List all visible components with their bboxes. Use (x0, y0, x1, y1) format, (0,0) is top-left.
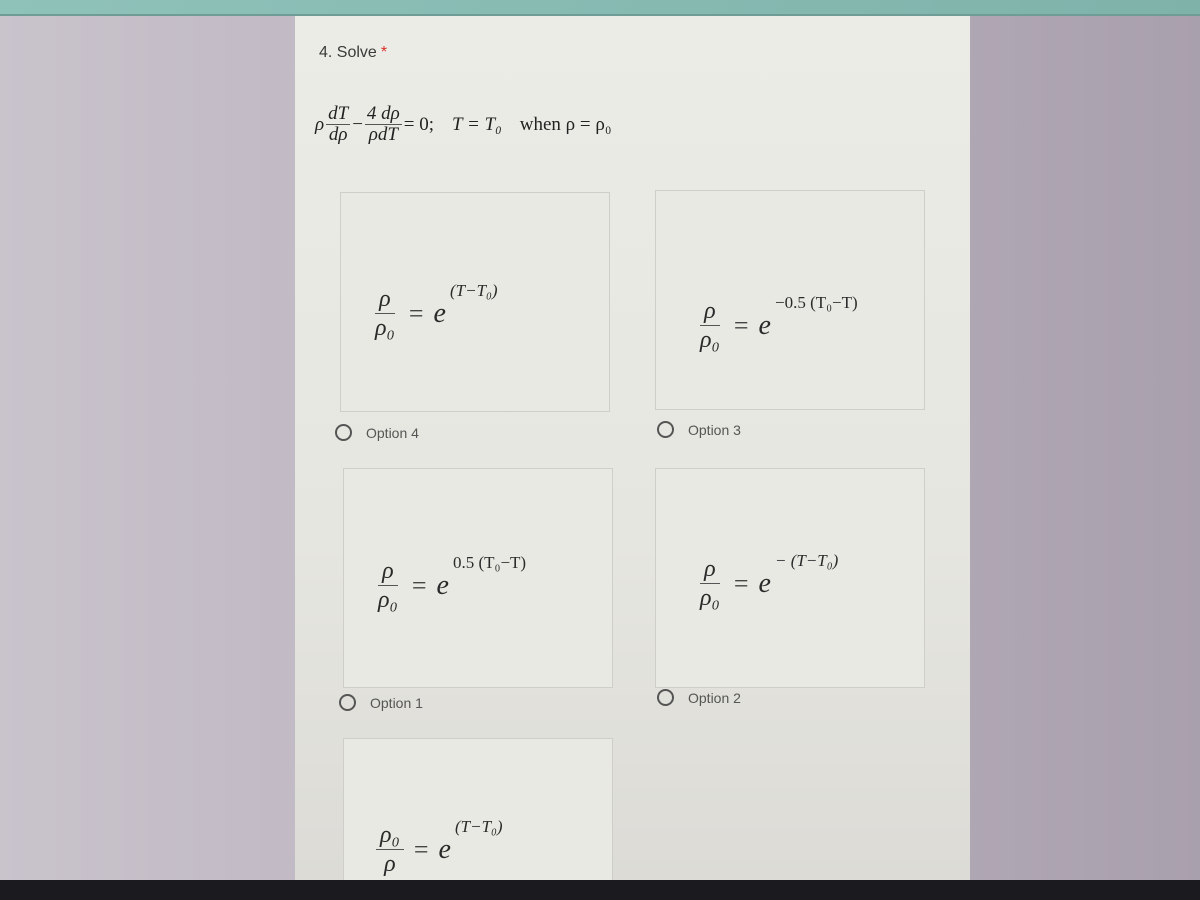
option-1-radio-row[interactable]: Option 1 (339, 694, 423, 711)
option-5-den: ρ (384, 851, 396, 877)
option-1-num: ρ (378, 557, 398, 586)
option-4-fraction: ρ ρ₀ (371, 285, 399, 342)
option-4-radio[interactable] (335, 424, 352, 441)
option-4-label: Option 4 (366, 424, 419, 441)
option-3-label: Option 3 (688, 421, 741, 438)
question-card: 4. Solve * ρ dT dρ − 4 dρ ρdT = 0; T = T₀… (295, 16, 970, 900)
eq-frac2-den: ρdT (368, 124, 398, 145)
option-3-radio-row[interactable]: Option 3 (657, 421, 741, 438)
option-5-exponent: (T−T₀) (454, 817, 503, 836)
option-2-num: ρ (700, 555, 720, 584)
option-5-image[interactable]: ρ₀ ρ = e (T−T₀) (343, 738, 613, 900)
option-5-formula: ρ₀ ρ = e (T−T₀) (376, 817, 503, 878)
option-3-formula: ρ ρ₀ = e −0.5 (T₀−T) (696, 293, 858, 354)
option-4-formula: ρ ρ₀ = e (T−T₀) (371, 281, 498, 342)
option-1-den: ρ₀ (378, 587, 398, 613)
option-4-den: ρ₀ (375, 315, 395, 341)
eq-minus: − (352, 113, 363, 135)
question-equation: ρ dT dρ − 4 dρ ρdT = 0; T = T₀ when ρ = … (315, 104, 611, 145)
option-4-radio-row[interactable]: Option 4 (335, 424, 419, 441)
option-2-den: ρ₀ (700, 585, 720, 611)
eq-frac1-num: dT (326, 103, 351, 125)
option-5-equals: = (413, 834, 429, 864)
browser-top-bar (0, 0, 1200, 16)
option-4-num: ρ (375, 285, 395, 314)
option-3-exponent: −0.5 (T₀−T) (774, 293, 858, 312)
option-2-label: Option 2 (688, 689, 741, 706)
option-1-radio[interactable] (339, 694, 356, 711)
required-asterisk: * (380, 44, 388, 61)
option-2-base: e (758, 567, 771, 599)
option-3-equals: = (733, 310, 749, 340)
option-4-image[interactable]: ρ ρ₀ = e (T−T₀) (340, 192, 610, 412)
option-5-base: e (438, 833, 451, 865)
option-1-image[interactable]: ρ ρ₀ = e 0.5 (T₀−T) (343, 468, 613, 688)
option-1-base: e (436, 569, 449, 601)
option-3-image[interactable]: ρ ρ₀ = e −0.5 (T₀−T) (655, 190, 925, 410)
option-2-radio-row[interactable]: Option 2 (657, 689, 741, 706)
option-1-fraction: ρ ρ₀ (374, 557, 402, 614)
option-2-equals: = (733, 568, 749, 598)
question-title: 4. Solve * (319, 44, 387, 62)
option-1-label: Option 1 (370, 694, 423, 711)
option-4-equals: = (408, 298, 424, 328)
option-3-base: e (758, 309, 771, 341)
question-title-text: 4. Solve (319, 44, 377, 61)
option-3-num: ρ (700, 297, 720, 326)
screen-bottom-edge (0, 880, 1200, 900)
option-1-formula: ρ ρ₀ = e 0.5 (T₀−T) (374, 553, 526, 614)
option-1-equals: = (411, 570, 427, 600)
option-5-num: ρ₀ (376, 821, 404, 850)
eq-frac2-num: 4 dρ (364, 103, 402, 125)
option-2-fraction: ρ ρ₀ (696, 555, 724, 612)
option-2-image[interactable]: ρ ρ₀ = e − (T−T₀) (655, 468, 925, 688)
option-1-exponent: 0.5 (T₀−T) (452, 553, 527, 572)
eq-equals-zero: = 0; (403, 113, 435, 135)
eq-rho-coef: ρ (315, 113, 325, 135)
eq-condition-1: T = T₀ (452, 113, 502, 135)
option-2-exponent: − (T−T₀) (774, 551, 839, 570)
option-3-den: ρ₀ (700, 327, 720, 353)
eq-frac1-den: dρ (328, 124, 348, 145)
eq-condition-2: when ρ = ρ₀ (519, 113, 612, 135)
option-3-fraction: ρ ρ₀ (696, 297, 724, 354)
option-2-formula: ρ ρ₀ = e − (T−T₀) (696, 551, 838, 612)
eq-fraction-2: 4 dρ ρdT (364, 103, 402, 145)
option-5-fraction: ρ₀ ρ (376, 821, 404, 878)
eq-fraction-1: dT dρ (326, 103, 351, 145)
option-3-radio[interactable] (657, 421, 674, 438)
option-2-radio[interactable] (657, 689, 674, 706)
option-4-base: e (433, 297, 446, 329)
option-4-exponent: (T−T₀) (449, 281, 498, 300)
